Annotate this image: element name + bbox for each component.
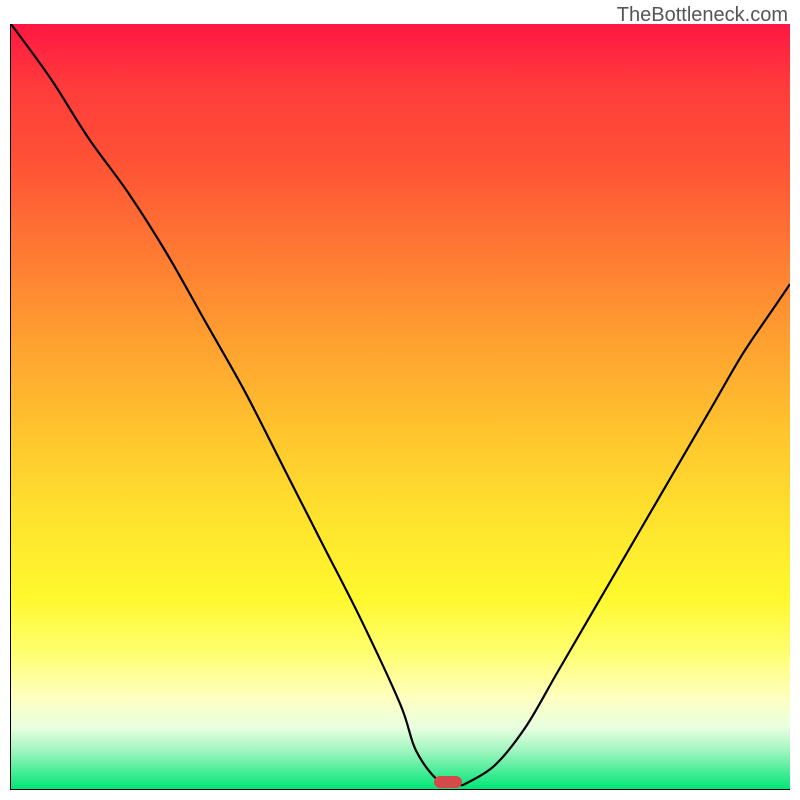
- watermark-label: TheBottleneck.com: [617, 4, 788, 27]
- curve-left: [11, 24, 463, 785]
- curve-right: [463, 284, 790, 785]
- chart-curves: [11, 24, 790, 789]
- bottleneck-marker: [434, 776, 462, 788]
- plot-area: [10, 24, 790, 790]
